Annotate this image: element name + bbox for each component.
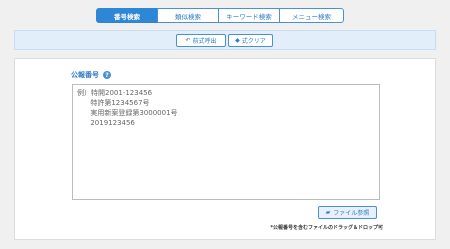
publication-number-label: 公報番号: [71, 71, 99, 79]
help-icon[interactable]: ?: [103, 71, 111, 79]
reply-icon: ↶: [185, 37, 191, 44]
tab-menu-search[interactable]: メニュー検索: [279, 8, 344, 23]
load-previous-expression-button[interactable]: ↶ 前式呼出: [176, 34, 226, 47]
drag-drop-note: *公報番号を含むファイルのドラッグ＆ドロップ可: [270, 225, 383, 231]
search-tabs: 番号検索 類似検索 キーワード検索 メニュー検索: [96, 8, 344, 23]
clear-expression-label: 式クリア: [241, 38, 266, 45]
file-browse-button[interactable]: ▰ ファイル参照: [318, 206, 377, 219]
load-previous-expression-label: 前式呼出: [192, 38, 217, 45]
tab-keyword-search[interactable]: キーワード検索: [218, 8, 280, 23]
search-panel: 公報番号 ? 例）特開2001-123456 特許第1234567号 実用新案登…: [14, 58, 436, 240]
eraser-icon: ◆: [235, 37, 240, 44]
clear-expression-button[interactable]: ◆ 式クリア: [228, 34, 273, 47]
tab-number-search[interactable]: 番号検索: [96, 8, 158, 23]
toolbar: ↶ 前式呼出 ◆ 式クリア: [14, 30, 436, 50]
file-browse-label: ファイル参照: [333, 210, 370, 217]
field-label-row: 公報番号 ?: [71, 70, 111, 80]
folder-open-icon: ▰: [325, 209, 331, 216]
tab-similar-search[interactable]: 類似検索: [157, 8, 219, 23]
publication-number-input[interactable]: 例）特開2001-123456 特許第1234567号 実用新案登録第30000…: [72, 84, 380, 200]
